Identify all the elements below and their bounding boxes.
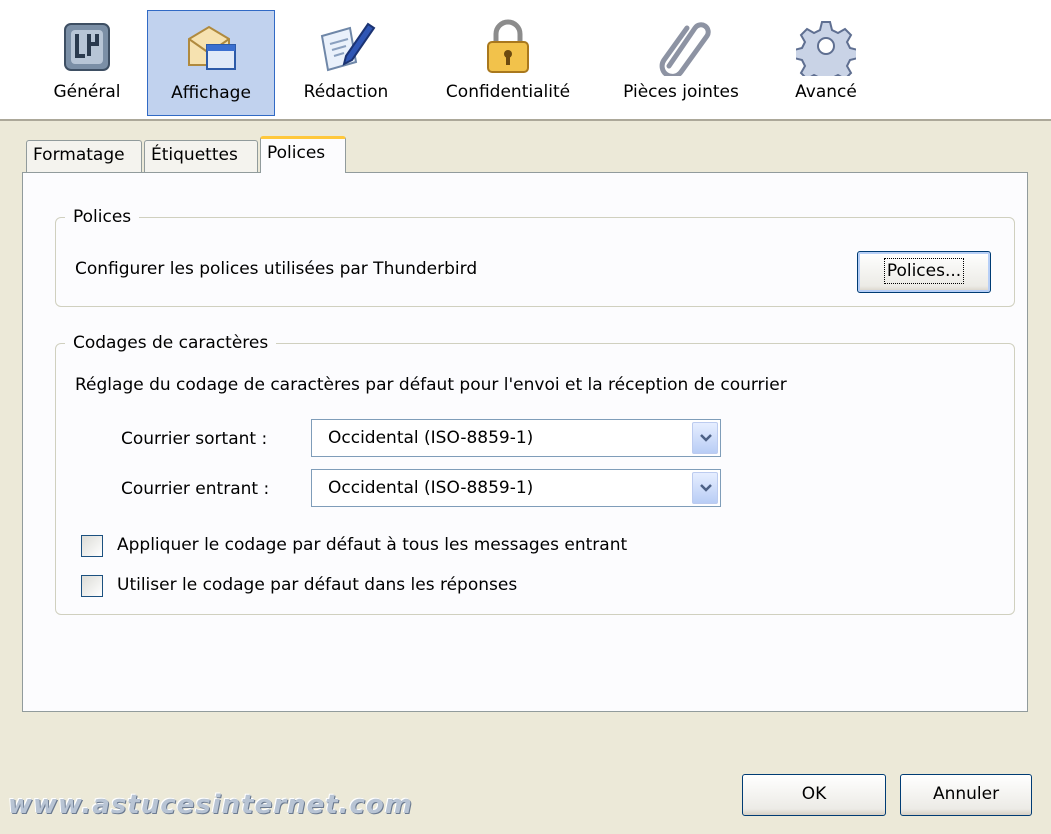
- toolbar-attachments-label: Pièces jointes: [623, 82, 739, 102]
- tab-panel-fonts: Polices Configurer les polices utilisées…: [22, 172, 1028, 712]
- fonts-description: Configurer les polices utilisées par Thu…: [75, 259, 478, 279]
- outgoing-encoding-select[interactable]: Occidental (ISO-8859-1): [311, 419, 721, 457]
- ok-button[interactable]: OK: [742, 774, 886, 816]
- incoming-encoding-select[interactable]: Occidental (ISO-8859-1): [311, 469, 721, 507]
- toolbar-privacy-button[interactable]: Confidentialité: [428, 10, 588, 116]
- encoding-description: Réglage du codage de caractères par défa…: [75, 375, 787, 395]
- toolbar-separator: [0, 119, 1051, 121]
- toolbar-display-button[interactable]: Affichage: [147, 10, 275, 116]
- use-default-in-replies-checkbox[interactable]: [81, 575, 103, 597]
- toolbar-compose-label: Rédaction: [303, 82, 389, 102]
- tab-formatting-label: Formatage: [33, 145, 125, 165]
- outgoing-encoding-value: Occidental (ISO-8859-1): [328, 428, 534, 448]
- fonts-button-label: Polices...: [883, 258, 965, 284]
- paperclip-icon: [659, 22, 711, 76]
- cancel-button[interactable]: Annuler: [900, 774, 1032, 816]
- use-default-in-replies-label[interactable]: Utiliser le codage par défaut dans les r…: [117, 575, 517, 595]
- chevron-down-icon: [700, 434, 712, 442]
- ok-button-label: OK: [801, 784, 827, 804]
- toolbar-general-label: Général: [53, 82, 121, 102]
- gear-icon: [796, 21, 856, 76]
- lock-icon: [487, 19, 529, 73]
- tab-fonts-label: Polices: [267, 143, 326, 163]
- tab-fonts[interactable]: Polices: [260, 136, 346, 173]
- compose-icon: [320, 22, 376, 72]
- incoming-dropdown-button[interactable]: [692, 472, 718, 504]
- toolbar-general-button[interactable]: Général: [32, 10, 142, 116]
- chevron-down-icon: [700, 484, 712, 492]
- watermark: www.astucesinternet.com: [8, 790, 413, 820]
- toolbar-advanced-label: Avancé: [795, 82, 857, 102]
- incoming-encoding-value: Occidental (ISO-8859-1): [328, 478, 534, 498]
- fonts-button[interactable]: Polices...: [857, 251, 991, 293]
- toolbar-privacy-label: Confidentialité: [445, 82, 571, 102]
- outgoing-dropdown-button[interactable]: [692, 422, 718, 454]
- general-icon: [64, 23, 110, 71]
- toolbar-attachments-button[interactable]: Pièces jointes: [606, 10, 756, 116]
- tab-formatting[interactable]: Formatage: [26, 140, 142, 172]
- toolbar-compose-button[interactable]: Rédaction: [290, 10, 402, 116]
- tab-labels[interactable]: Étiquettes: [144, 140, 258, 172]
- preferences-toolbar: Général Affichage Rédaction Confidential…: [0, 0, 1051, 120]
- apply-default-encoding-label[interactable]: Appliquer le codage par défaut à tous le…: [117, 535, 627, 555]
- toolbar-display-label: Affichage: [171, 83, 251, 103]
- incoming-mail-label: Courrier entrant :: [121, 479, 270, 499]
- toolbar-advanced-button[interactable]: Avancé: [776, 10, 876, 116]
- apply-default-encoding-checkbox[interactable]: [81, 535, 103, 557]
- encoding-group-legend: Codages de caractères: [65, 333, 277, 353]
- tab-labels-label: Étiquettes: [151, 145, 238, 165]
- display-icon: [188, 25, 236, 70]
- outgoing-mail-label: Courrier sortant :: [121, 429, 268, 449]
- cancel-button-label: Annuler: [932, 784, 1000, 804]
- fonts-group-legend: Polices: [65, 207, 140, 227]
